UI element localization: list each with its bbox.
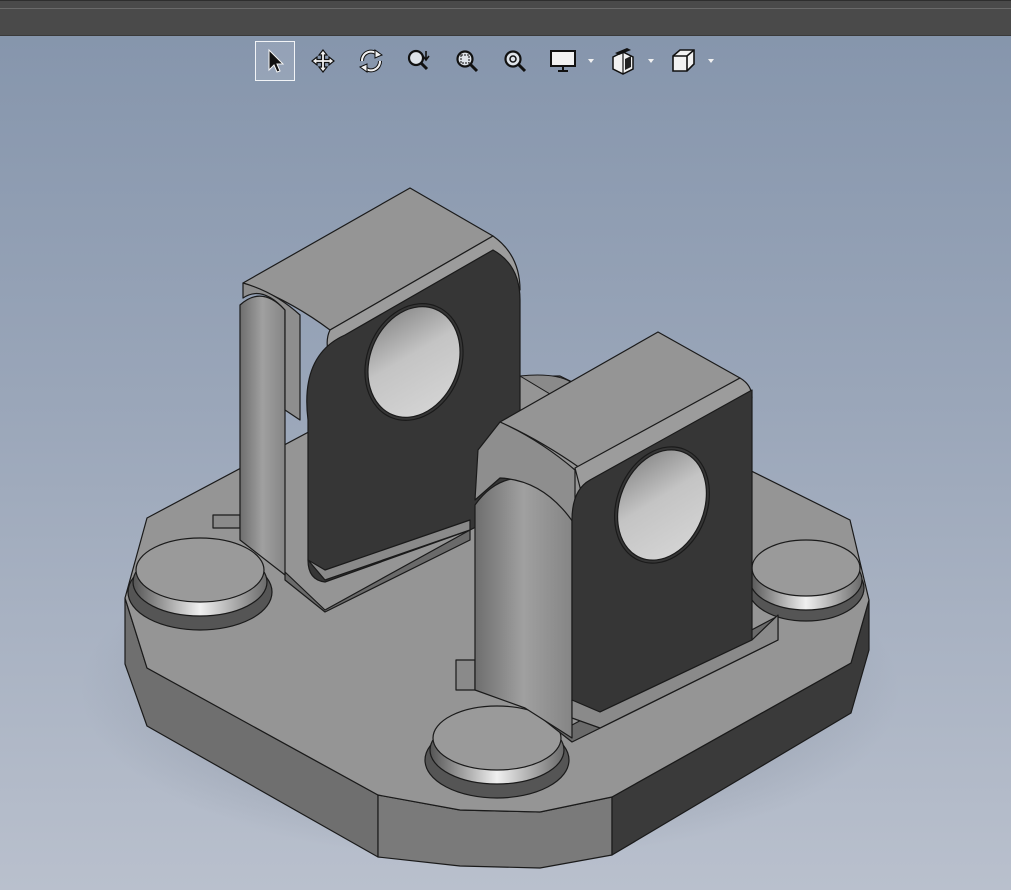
orbit-tool-button[interactable]	[351, 41, 391, 81]
display-monitor-icon	[550, 50, 576, 72]
chevron-down-icon	[648, 59, 654, 63]
zoom-window-tool-button[interactable]	[447, 41, 487, 81]
pan-tool-button[interactable]	[303, 41, 343, 81]
lug-right-foot	[455, 659, 476, 691]
cad-window	[0, 0, 1011, 890]
lug-left-foot	[212, 514, 241, 529]
lug-left-pillar	[239, 295, 286, 576]
model-canvas[interactable]	[0, 36, 1011, 890]
boss-right[interactable]	[747, 539, 865, 622]
chevron-down-icon	[708, 59, 714, 63]
view-cube-icon	[672, 49, 695, 72]
zoom-tool-button[interactable]	[399, 41, 439, 81]
view-orientation-dropdown[interactable]	[705, 41, 717, 81]
display-style-dropdown[interactable]	[585, 41, 597, 81]
select-arrow-icon	[268, 48, 285, 73]
title-bar	[0, 0, 1011, 36]
orbit-icon	[358, 49, 384, 73]
section-view-button[interactable]	[603, 41, 643, 81]
zoom-all-tool-button[interactable]	[495, 41, 535, 81]
zoom-icon	[407, 49, 430, 71]
view-toolbar	[255, 41, 723, 81]
zoom-window-icon	[456, 50, 479, 73]
section-view-icon	[612, 48, 634, 75]
display-style-button[interactable]	[543, 41, 583, 81]
chevron-down-icon	[588, 59, 594, 63]
boss-left[interactable]	[127, 537, 273, 631]
select-tool-button[interactable]	[255, 41, 295, 81]
section-view-dropdown[interactable]	[645, 41, 657, 81]
3d-viewport[interactable]	[0, 36, 1011, 890]
view-orientation-button[interactable]	[663, 41, 703, 81]
pan-icon	[311, 49, 335, 73]
title-bar-divider	[0, 8, 1011, 9]
zoom-all-icon	[504, 50, 527, 73]
